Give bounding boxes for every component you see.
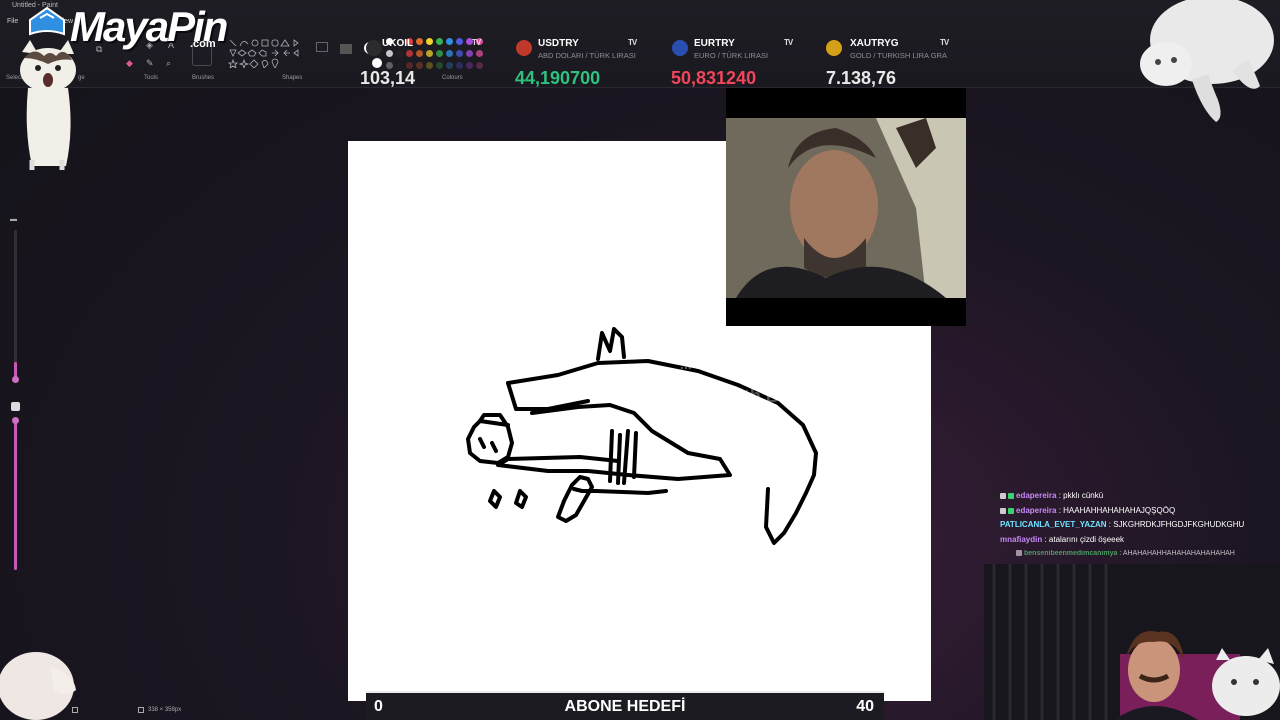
reaction-video <box>726 88 966 326</box>
alert-bright-text: Puh senin <box>775 356 843 372</box>
chat-username[interactable]: PATLICANLA_EVET_YAZAN <box>1000 520 1107 529</box>
ticker-value: 103,14 <box>360 68 416 88</box>
tradingview-badge-icon: TV <box>472 38 481 47</box>
chat-message: mnafiaydin : atalarını çizdi öşeeek <box>1000 535 1124 544</box>
ticker-value: 7.138,76 <box>826 68 897 88</box>
alert-faint-text: ... ... Yiğit | ... | <box>680 356 772 372</box>
tradingview-badge-icon: TV <box>784 38 793 47</box>
ticker-flag-icon <box>672 40 688 56</box>
ticker-flag-icon <box>516 40 532 56</box>
chat-badge-icon <box>1008 507 1014 514</box>
tradingview-badge-icon: TV <box>940 38 949 47</box>
chat-message: PATLICANLA_EVET_YAZAN : SJKGHRDKJFHGDJFK… <box>1000 520 1244 529</box>
ticker-subtitle: ABD DOLARI / TÜRK LIRASI <box>538 51 636 60</box>
ticker-symbol: XAUTRYG <box>850 38 899 49</box>
chat-badge-icon <box>1000 492 1006 499</box>
ticker-value: 50,831240 <box>671 68 757 88</box>
chat-text: atalarını çizdi öşeeek <box>1048 535 1125 544</box>
alert-overlay-text: ... ... Yiğit | ... | Puh senin <box>680 356 843 372</box>
chat-username[interactable]: edapereira <box>1016 506 1056 515</box>
chat-message: edapereira : pkklı cünkü <box>1000 491 1103 500</box>
alert-points-text: With Blerp Blerp Points <box>722 386 923 406</box>
tradingview-badge-icon: TV <box>628 38 637 47</box>
goal-end: 40 <box>856 698 874 715</box>
chat-username[interactable]: edapereira <box>1016 491 1056 500</box>
streamer-webcam <box>984 564 1280 720</box>
zoom-icon[interactable]: ▬ <box>10 216 20 226</box>
chat-badge-icon <box>1016 550 1022 557</box>
cat-sticker-bottom <box>0 652 76 720</box>
ticker-flag-icon <box>366 40 382 56</box>
chat-text: AHAHAHAHHAHAHAHAHAHAHAH <box>1122 550 1235 557</box>
brush-size-slider[interactable] <box>14 230 17 382</box>
chat-badge-icon <box>1008 492 1014 499</box>
chat-username[interactable]: bensenibeenmedimcanimya <box>1024 550 1117 557</box>
chat-badge-icon <box>1000 507 1006 514</box>
ticker-symbol: UKOIL <box>382 38 414 49</box>
ticker-symbol: EURTRY <box>694 38 735 49</box>
chat-text: HAAHAHHAHAHAHAJQŞQÖQ <box>1063 506 1176 515</box>
cat-sticker-right <box>1140 0 1274 122</box>
chat-separator: : <box>1042 535 1049 544</box>
canvas-size-text: 338 × 358px <box>148 707 182 713</box>
opacity-knob[interactable] <box>12 417 19 424</box>
selection-size-icon <box>72 707 78 713</box>
ticker-flag-icon <box>826 40 842 56</box>
chat-message: bensenibeenmedimcanimya : AHAHAHAHHAHAHA… <box>1016 550 1235 557</box>
ticker-subtitle: GOLD / TURKISH LIRA GRA <box>850 51 947 60</box>
ticker-symbol: USDTRY <box>538 38 579 49</box>
chat-username[interactable]: mnafiaydin <box>1000 535 1042 544</box>
subscriber-goal-bar: 0 ABONE HEDEFİ 40 <box>366 691 884 720</box>
ticker-subtitle: EURO / TÜRK LIRASI <box>694 51 769 60</box>
opacity-fill <box>14 422 17 570</box>
brush-size-knob[interactable] <box>12 376 19 383</box>
chat-text: SJKGHRDKJFHGDJFKGHUDKGHU <box>1113 520 1245 529</box>
chat-text: pkklı cünkü <box>1063 491 1104 500</box>
price-ticker: UKOIL 103,14 TV USDTRY ABD DOLARI / TÜRK LIR… <box>0 0 1280 88</box>
opacity-lock-icon[interactable] <box>11 402 20 411</box>
canvas-size-icon <box>138 707 144 713</box>
goal-title: ABONE HEDEFİ <box>564 698 686 715</box>
ticker-value: 44,190700 <box>515 68 601 88</box>
chat-message: edapereira : HAAHAHHAHAHAHAJQŞQÖQ <box>1000 506 1175 515</box>
